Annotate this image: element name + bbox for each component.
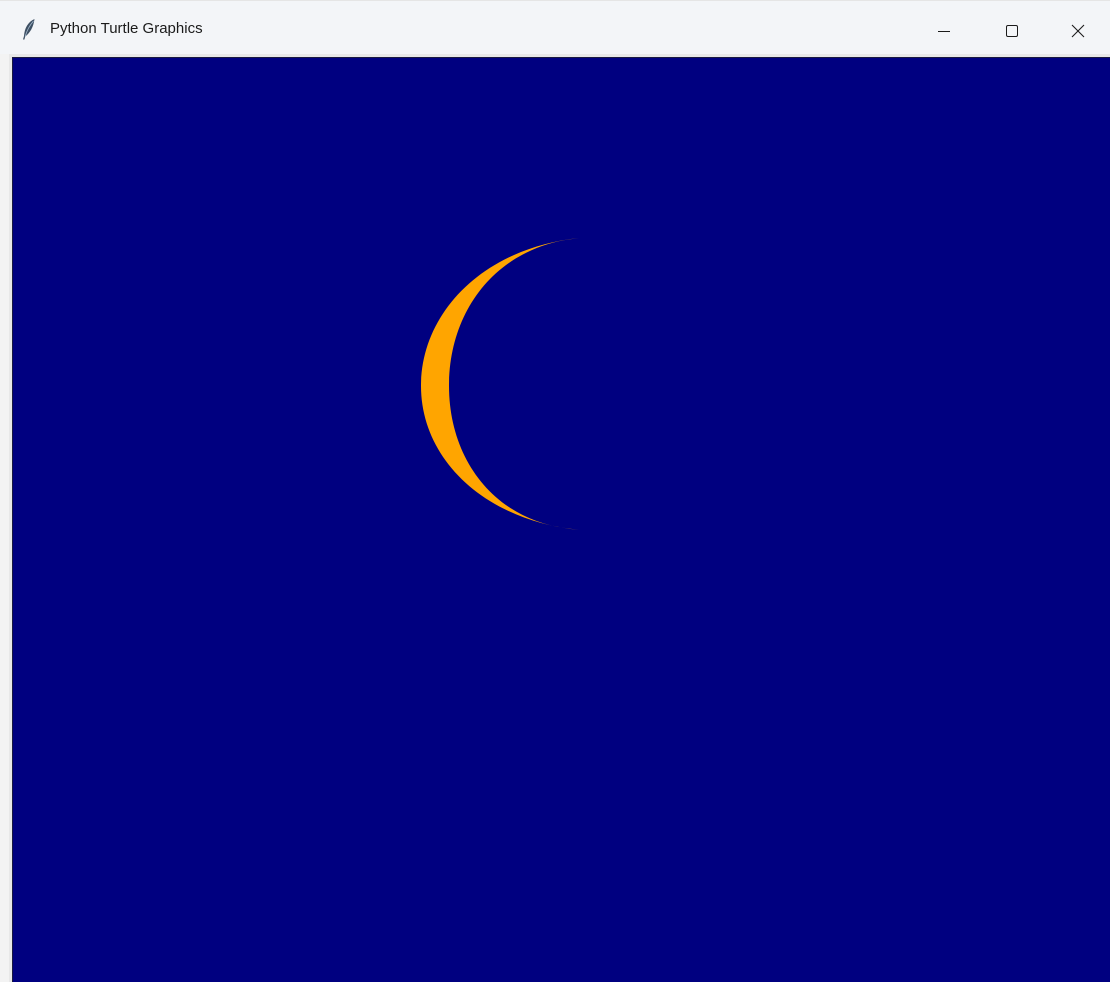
maximize-icon xyxy=(1006,25,1018,37)
crescent-moon xyxy=(421,238,579,530)
window-client-area xyxy=(9,54,1110,982)
close-button[interactable] xyxy=(1046,7,1110,55)
maximize-button[interactable] xyxy=(979,7,1045,55)
turtle-window: Python Turtle Graphics xyxy=(0,0,1110,982)
minimize-button[interactable] xyxy=(911,7,977,55)
minimize-icon xyxy=(938,25,950,37)
close-icon xyxy=(1071,24,1085,38)
feather-icon xyxy=(22,18,36,40)
turtle-canvas[interactable] xyxy=(12,57,1110,982)
title-bar[interactable]: Python Turtle Graphics xyxy=(0,0,1110,54)
drawing-surface xyxy=(421,238,579,530)
window-title: Python Turtle Graphics xyxy=(50,20,203,37)
